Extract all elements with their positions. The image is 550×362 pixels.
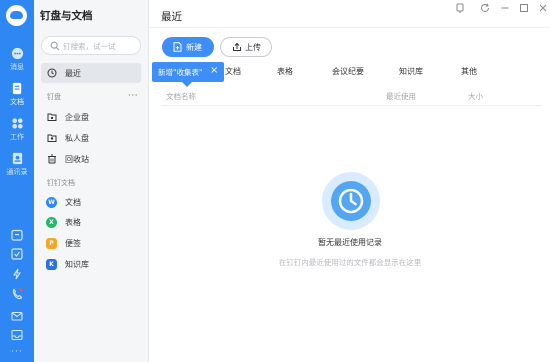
note-icon: P bbox=[46, 238, 57, 249]
new-button-label: 新建 bbox=[186, 43, 202, 52]
sidebar-item-label: 私人盘 bbox=[65, 134, 89, 143]
new-file-icon bbox=[173, 42, 182, 52]
search-icon bbox=[50, 41, 60, 51]
mail-icon[interactable] bbox=[11, 310, 23, 322]
refresh-icon[interactable] bbox=[480, 3, 490, 13]
column-header-name[interactable]: 文档名称 bbox=[166, 91, 196, 102]
rail-item-contacts[interactable]: 通讯录 bbox=[0, 152, 34, 177]
upload-icon bbox=[233, 42, 241, 51]
phone-icon[interactable] bbox=[11, 288, 23, 300]
rail-label: 文档 bbox=[10, 98, 24, 106]
more-icon[interactable]: ··· bbox=[0, 347, 34, 357]
empty-state-title: 暂无最近使用记录 bbox=[318, 238, 382, 247]
sidebar-item-label: 知识库 bbox=[65, 260, 89, 269]
sidebar-title: 钉盘与文档 bbox=[40, 10, 93, 22]
sidebar-item-label: 表格 bbox=[65, 218, 81, 227]
rail-item-messages[interactable]: 消息 bbox=[0, 47, 34, 72]
sidebar-item-sheet[interactable]: X 表格 bbox=[41, 213, 141, 231]
message-icon bbox=[11, 47, 23, 60]
upload-button[interactable]: 上传 bbox=[220, 37, 272, 57]
main-panel: 最近 新建 上传 文档 表格 会议纪要 知识库 其他 新增"收集表" × 文档名… bbox=[150, 0, 550, 362]
upload-button-label: 上传 bbox=[245, 43, 261, 52]
tab-doc[interactable]: 文档 bbox=[225, 66, 241, 77]
sheet-icon: X bbox=[46, 217, 57, 228]
tab-other[interactable]: 其他 bbox=[461, 66, 477, 77]
new-feature-tooltip: 新增"收集表" × bbox=[152, 62, 224, 87]
document-icon bbox=[12, 82, 21, 95]
section-label-docs: 钉钉文档 bbox=[47, 179, 75, 187]
enterprise-disk-icon bbox=[47, 113, 57, 121]
clock-icon bbox=[47, 68, 57, 78]
sidebar-item-personal-disk[interactable]: 私人盘 bbox=[41, 129, 141, 147]
empty-state-subtitle: 在钉钉内最近使用过的文件都会显示在这里 bbox=[278, 258, 422, 267]
rail-label: 消息 bbox=[10, 63, 24, 71]
work-icon bbox=[11, 118, 23, 129]
tab-meeting-minutes[interactable]: 会议纪要 bbox=[332, 66, 364, 77]
sidebar-item-enterprise-disk[interactable]: 企业盘 bbox=[41, 108, 141, 126]
calendar-icon[interactable] bbox=[11, 229, 23, 241]
rail-item-work[interactable]: 工作 bbox=[0, 117, 34, 142]
docs-sidebar: 钉盘与文档 钉搜索，试一试 最近 钉盘 ··· 企业盘 私人盘 回收站 钉钉文档… bbox=[34, 0, 149, 362]
sidebar-item-label: 企业盘 bbox=[65, 113, 89, 122]
rail-label: 通讯录 bbox=[6, 168, 28, 176]
todo-icon[interactable] bbox=[11, 248, 23, 260]
pin-icon[interactable] bbox=[455, 3, 465, 13]
column-header-recent[interactable]: 最近使用 bbox=[386, 91, 416, 102]
clock-icon bbox=[338, 188, 364, 214]
sidebar-item-knowledge-base[interactable]: K 知识库 bbox=[41, 255, 141, 273]
sidebar-item-note[interactable]: P 便签 bbox=[41, 234, 141, 252]
tab-sheet[interactable]: 表格 bbox=[277, 66, 293, 77]
tab-knowledge-base[interactable]: 知识库 bbox=[399, 66, 423, 77]
sidebar-item-label: 最近 bbox=[65, 69, 81, 78]
sidebar-item-recent-inner: 最近 bbox=[41, 64, 141, 82]
sidebar-item-label: 文档 bbox=[65, 198, 81, 207]
search-input[interactable]: 钉搜索，试一试 bbox=[41, 36, 141, 55]
disk-more-icon[interactable]: ··· bbox=[128, 91, 138, 101]
minimize-icon[interactable] bbox=[500, 3, 510, 13]
tooltip-text: 新增"收集表" bbox=[158, 68, 203, 77]
close-icon[interactable] bbox=[538, 3, 548, 13]
sidebar-item-label: 便签 bbox=[65, 239, 81, 248]
ding-icon[interactable] bbox=[11, 268, 23, 280]
dingtalk-logo[interactable] bbox=[6, 5, 27, 26]
tooltip-close-icon[interactable]: × bbox=[210, 66, 218, 76]
personal-disk-icon bbox=[47, 134, 57, 142]
sidebar-item-label: 回收站 bbox=[65, 155, 89, 164]
column-header-size[interactable]: 大小 bbox=[468, 91, 483, 102]
inbox-icon[interactable] bbox=[11, 329, 23, 341]
new-button[interactable]: 新建 bbox=[162, 37, 214, 57]
contacts-icon bbox=[12, 152, 22, 165]
doc-icon: W bbox=[46, 197, 57, 208]
sidebar-item-recent[interactable]: 最近 bbox=[41, 63, 141, 83]
trash-icon bbox=[48, 154, 56, 164]
search-placeholder: 钉搜索，试一试 bbox=[63, 42, 116, 51]
rail-item-documents[interactable]: 文档 bbox=[0, 82, 34, 107]
page-title: 最近 bbox=[161, 11, 182, 23]
rail-label: 工作 bbox=[10, 133, 24, 141]
sidebar-item-doc[interactable]: W 文档 bbox=[41, 193, 141, 211]
section-label-disk: 钉盘 bbox=[47, 93, 61, 101]
empty-clock-icon bbox=[322, 172, 380, 230]
clock-face bbox=[331, 181, 371, 221]
knowledge-base-icon: K bbox=[46, 259, 57, 270]
maximize-icon[interactable] bbox=[519, 3, 529, 13]
table-header-divider bbox=[161, 105, 541, 106]
sidebar-item-trash[interactable]: 回收站 bbox=[41, 150, 141, 168]
header-divider bbox=[150, 27, 550, 28]
app-rail: 消息 文档 工作 通讯录 ··· bbox=[0, 0, 34, 362]
